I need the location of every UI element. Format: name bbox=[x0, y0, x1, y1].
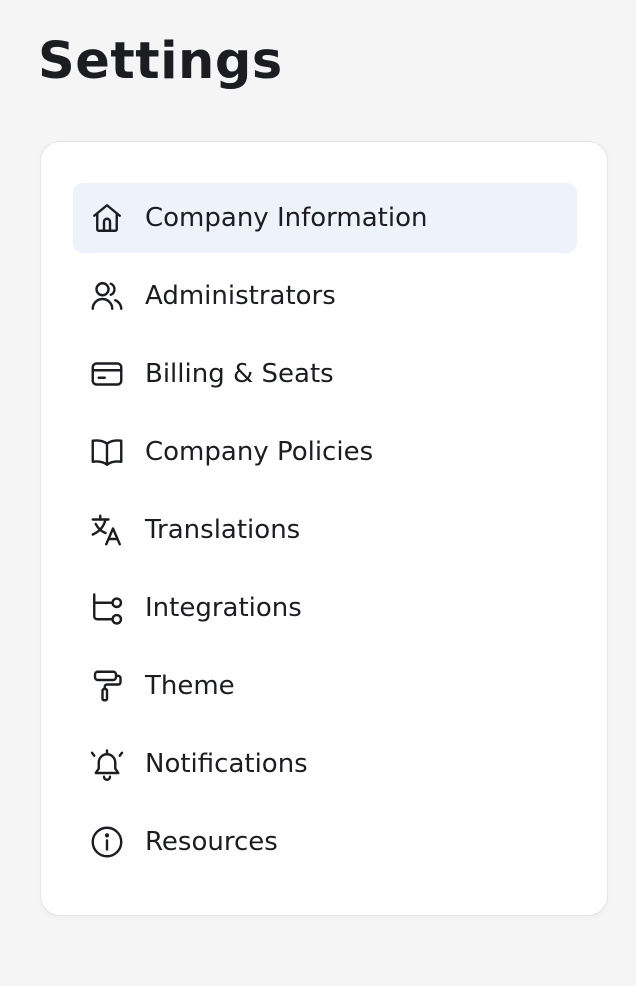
menu-item-notifications[interactable]: Notifications bbox=[73, 729, 577, 799]
book-open-icon bbox=[89, 434, 125, 470]
menu-item-label: Theme bbox=[145, 671, 235, 701]
home-icon bbox=[89, 200, 125, 236]
menu-item-label: Company Policies bbox=[145, 437, 374, 467]
settings-menu: Company Information Administrators Billi… bbox=[73, 183, 577, 885]
menu-item-theme[interactable]: Theme bbox=[73, 651, 577, 721]
route-icon bbox=[89, 590, 125, 626]
menu-item-label: Billing & Seats bbox=[145, 359, 334, 389]
menu-item-label: Notifications bbox=[145, 749, 308, 779]
paint-roller-icon bbox=[89, 668, 125, 704]
page-title: Settings bbox=[38, 32, 283, 91]
menu-item-label: Administrators bbox=[145, 281, 336, 311]
settings-menu-card: Company Information Administrators Billi… bbox=[40, 141, 608, 916]
credit-card-icon bbox=[89, 356, 125, 392]
menu-item-label: Company Information bbox=[145, 203, 428, 233]
menu-item-label: Translations bbox=[145, 515, 301, 545]
menu-item-company-information[interactable]: Company Information bbox=[73, 183, 577, 253]
bell-ringing-icon bbox=[89, 746, 125, 782]
settings-page: Settings Company Information Administrat… bbox=[0, 0, 636, 986]
menu-item-administrators[interactable]: Administrators bbox=[73, 261, 577, 331]
menu-item-company-policies[interactable]: Company Policies bbox=[73, 417, 577, 487]
menu-item-resources[interactable]: Resources bbox=[73, 807, 577, 877]
menu-item-label: Resources bbox=[145, 827, 278, 857]
language-icon bbox=[89, 512, 125, 548]
info-circle-icon bbox=[89, 824, 125, 860]
menu-item-translations[interactable]: Translations bbox=[73, 495, 577, 565]
menu-item-integrations[interactable]: Integrations bbox=[73, 573, 577, 643]
menu-item-billing-seats[interactable]: Billing & Seats bbox=[73, 339, 577, 409]
users-icon bbox=[89, 278, 125, 314]
menu-item-label: Integrations bbox=[145, 593, 302, 623]
